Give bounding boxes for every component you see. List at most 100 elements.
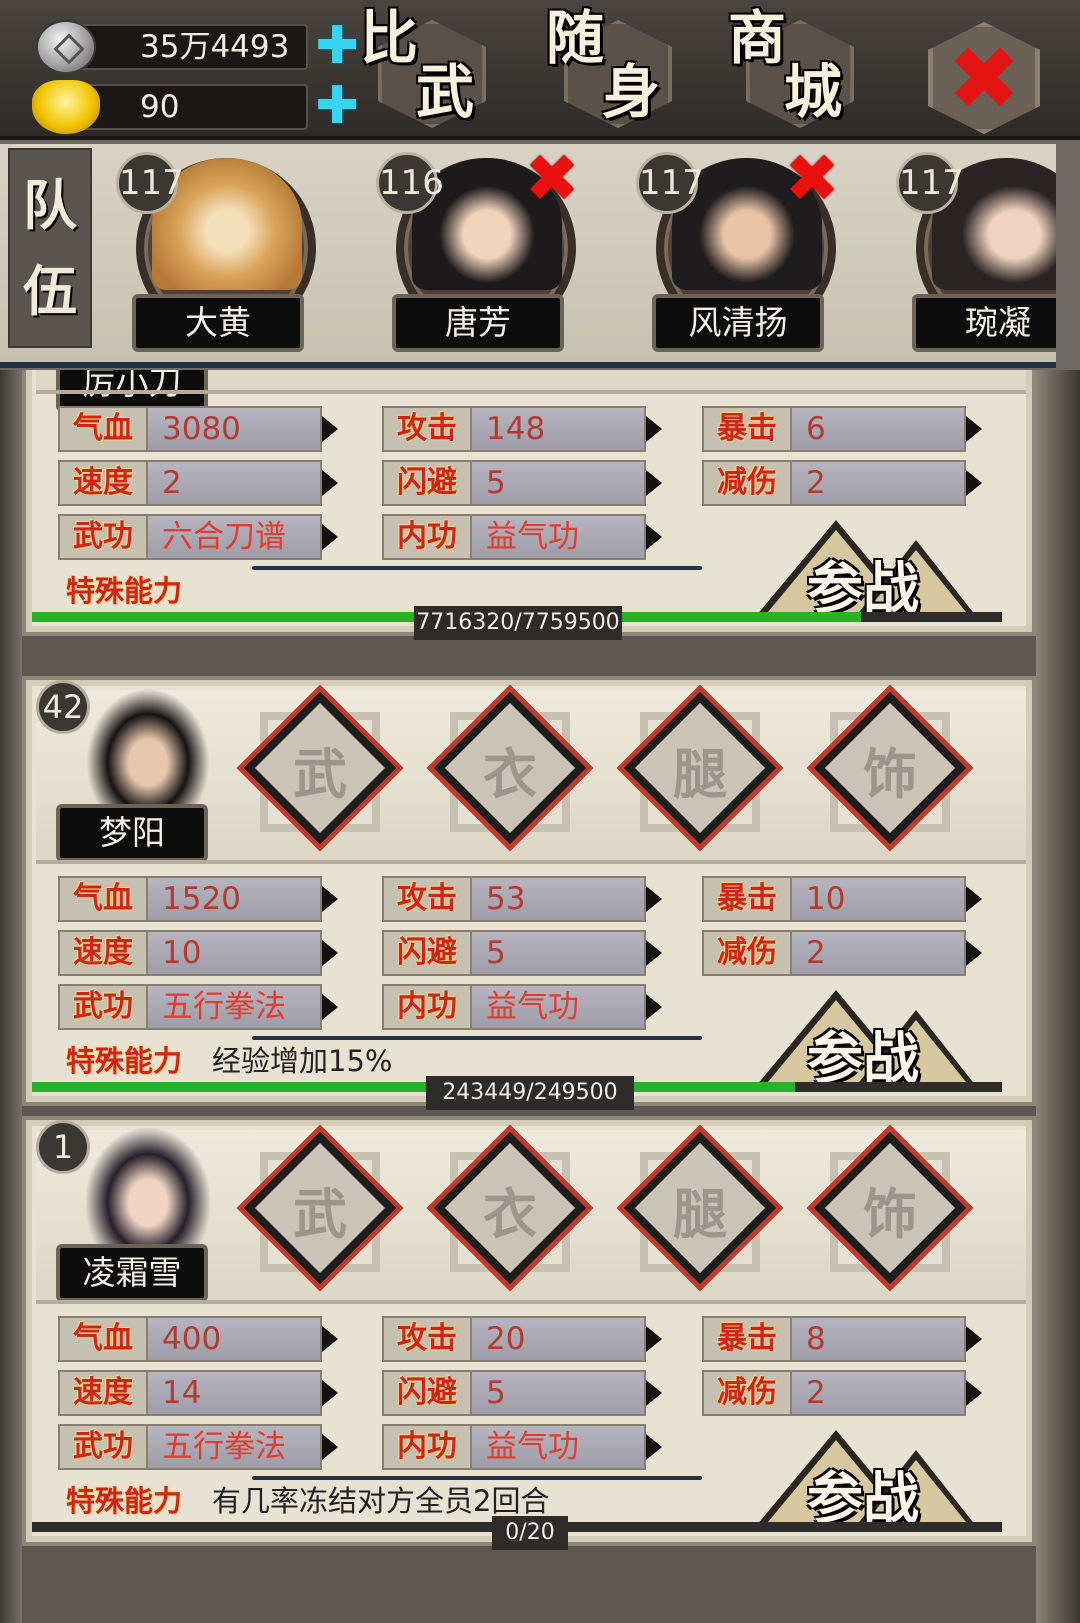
roster-list[interactable]: 厉小刀 气血 3080 攻击 148 暴击 6 速度 2 闪避 5 减伤 2 武功 六合刀谱 …: [0, 370, 1080, 1623]
remove-icon[interactable]: ✖: [782, 146, 842, 212]
team-tab[interactable]: 队伍: [8, 148, 92, 348]
brush-stroke: [252, 566, 702, 570]
accessory-slot[interactable]: 饰: [813, 1131, 967, 1288]
join-battle-button[interactable]: 参战: [756, 980, 976, 1092]
shop-label: 商城: [728, 4, 849, 126]
stat-arrow-icon: [646, 524, 662, 550]
special-ability: 特殊能力 经验增加15%: [66, 1044, 393, 1078]
hero-card: 厉小刀 气血 3080 攻击 148 暴击 6 速度 2 闪避 5 减伤 2 武功 六合刀谱 …: [22, 370, 1036, 640]
level-badge: 1: [36, 1120, 90, 1174]
divider: [36, 860, 1026, 864]
stat-arrow-icon: [646, 416, 662, 442]
stat-arrow-icon: [322, 940, 338, 966]
stat-hp: 气血 1520: [58, 876, 340, 922]
shop-button[interactable]: 商城: [728, 8, 878, 136]
boots-icon: 腿: [673, 1182, 727, 1246]
close-button[interactable]: ✖: [928, 22, 1040, 134]
stat-speed: 速度 2: [58, 460, 340, 506]
top-bar: 35万4493 ✚ 90 ✚ 比武 随身 商城 ✖: [0, 0, 1080, 140]
boots-slot[interactable]: 腿: [623, 691, 777, 848]
stat-arrow-icon: [646, 940, 662, 966]
stat-arrow-icon: [322, 1434, 338, 1460]
exp-text: 0/20: [492, 1516, 568, 1550]
hero-card: 1 凌霜雪 武 衣 腿 饰 气血 400 攻击 20 暴击 8 速度 14 闪避 5: [22, 1116, 1036, 1550]
pvp-button[interactable]: 比武: [360, 8, 510, 136]
member-name: 唐芳: [392, 294, 564, 352]
boots-icon: 腿: [673, 742, 727, 806]
stat-martial-art[interactable]: 武功 五行拳法: [58, 1424, 340, 1470]
exp-fill: [32, 1082, 795, 1092]
hero-card: 42 梦阳 武 衣 腿 饰 气血 1520 攻击 53 暴击 10 速度 10 闪避 5: [22, 676, 1036, 1110]
boots-slot[interactable]: 腿: [623, 1131, 777, 1288]
stat-arrow-icon: [966, 886, 982, 912]
stat-arrow-icon: [322, 1326, 338, 1352]
stat-crit: 暴击 10: [702, 876, 984, 922]
divider: [36, 390, 1026, 394]
divider: [36, 1300, 1026, 1304]
carry-button[interactable]: 随身: [546, 8, 696, 136]
armor-slot[interactable]: 衣: [433, 691, 587, 848]
stat-arrow-icon: [322, 1380, 338, 1406]
stat-hp: 气血 400: [58, 1316, 340, 1362]
accessory-icon: 饰: [863, 742, 917, 806]
stat-arrow-icon: [322, 470, 338, 496]
level-badge: 117: [116, 152, 184, 214]
team-member[interactable]: 117 琬凝: [892, 150, 1056, 360]
stat-speed: 速度 14: [58, 1370, 340, 1416]
silver-currency: 35万4493 ✚: [32, 20, 359, 74]
stat-martial-art[interactable]: 武功 五行拳法: [58, 984, 340, 1030]
gold-amount: 90: [72, 84, 308, 130]
armor-slot[interactable]: 衣: [433, 1131, 587, 1288]
stat-inner-art[interactable]: 内功 益气功: [382, 984, 664, 1030]
stat-inner-art[interactable]: 内功 益气功: [382, 514, 664, 560]
stat-arrow-icon: [322, 524, 338, 550]
weapon-icon: 武: [293, 742, 347, 806]
accessory-icon: 饰: [863, 1182, 917, 1246]
stat-arrow-icon: [966, 416, 982, 442]
join-battle-button[interactable]: 参战: [756, 510, 976, 622]
level-badge: 116: [376, 152, 444, 214]
stat-arrow-icon: [322, 994, 338, 1020]
exp-text: 243449/249500: [426, 1076, 634, 1110]
team-member[interactable]: 116 ✖ 唐芳: [372, 146, 580, 360]
carry-label: 随身: [546, 4, 667, 126]
hero-name: 梦阳: [56, 804, 208, 862]
brush-stroke: [252, 1036, 702, 1040]
stat-arrow-icon: [646, 1380, 662, 1406]
hero-portrait[interactable]: [86, 1128, 210, 1252]
team-member[interactable]: 117 大黄: [112, 150, 316, 360]
accessory-slot[interactable]: 饰: [813, 691, 967, 848]
stat-martial-art[interactable]: 武功 六合刀谱: [58, 514, 340, 560]
stat-dodge: 闪避 5: [382, 1370, 664, 1416]
member-name: 风清扬: [652, 294, 824, 352]
hero-name: 凌霜雪: [56, 1244, 208, 1302]
stat-arrow-icon: [966, 1380, 982, 1406]
remove-icon[interactable]: ✖: [522, 146, 582, 212]
stat-damage-reduction: 减伤 2: [702, 930, 984, 976]
exp-text: 7716320/7759500: [414, 606, 622, 640]
team-member[interactable]: 117 ✖ 风清扬: [632, 146, 840, 360]
stat-speed: 速度 10: [58, 930, 340, 976]
add-gold-button[interactable]: ✚: [314, 80, 360, 132]
stat-inner-art[interactable]: 内功 益气功: [382, 1424, 664, 1470]
stat-hp: 气血 3080: [58, 406, 340, 452]
close-icon: ✖: [947, 27, 1021, 130]
brush-stroke: [252, 1476, 702, 1480]
stat-arrow-icon: [646, 1434, 662, 1460]
level-badge: 117: [896, 152, 964, 214]
stat-arrow-icon: [646, 994, 662, 1020]
special-ability: 特殊能力 有几率冻结对方全员2回合: [66, 1484, 550, 1518]
add-silver-button[interactable]: ✚: [314, 20, 360, 72]
gold-currency: 90 ✚: [32, 80, 359, 134]
armor-icon: 衣: [483, 742, 537, 806]
right-border: [1036, 370, 1080, 1623]
join-battle-button[interactable]: 参战: [756, 1420, 976, 1532]
stat-atk: 攻击 20: [382, 1316, 664, 1362]
stat-arrow-icon: [322, 886, 338, 912]
stat-atk: 攻击 148: [382, 406, 664, 452]
gold-ingot-icon: [32, 80, 100, 134]
weapon-slot[interactable]: 武: [243, 1131, 397, 1288]
hero-portrait[interactable]: [86, 688, 210, 812]
weapon-slot[interactable]: 武: [243, 691, 397, 848]
level-badge: 117: [636, 152, 704, 214]
